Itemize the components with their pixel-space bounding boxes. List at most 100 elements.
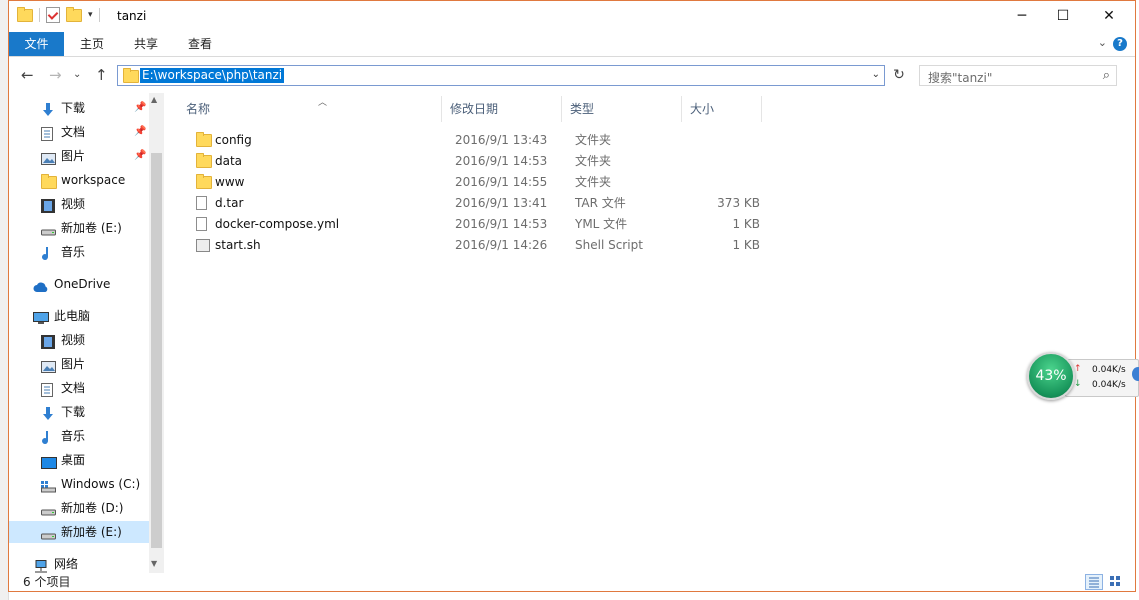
- nav-item-music[interactable]: 音乐: [9, 241, 149, 263]
- forward-button[interactable]: →: [49, 66, 62, 84]
- file-size: 1 KB: [732, 238, 760, 252]
- drive-icon: [41, 502, 56, 516]
- file-type: 文件夹: [575, 175, 612, 189]
- window-title: tanzi: [117, 9, 147, 23]
- picture-icon: [41, 358, 56, 373]
- scrollbar-thumb[interactable]: [151, 153, 162, 548]
- back-button[interactable]: ←: [21, 66, 34, 84]
- nav-item-workspace[interactable]: workspace: [9, 169, 149, 191]
- refresh-button[interactable]: ↻: [889, 65, 909, 86]
- file-type: TAR 文件: [575, 196, 626, 210]
- file-row[interactable]: docker-compose.yml 2016/9/1 14:53 YML 文件…: [186, 214, 776, 235]
- nav-item-documents[interactable]: 文档 📌: [9, 121, 149, 143]
- file-modified: 2016/9/1 13:43: [455, 133, 548, 147]
- nav-item-drive-c[interactable]: Windows (C:): [9, 473, 149, 495]
- picture-icon: [41, 150, 56, 165]
- cloud-icon: [33, 278, 48, 292]
- help-icon[interactable]: ?: [1113, 37, 1127, 51]
- search-icon[interactable]: ⌕: [1103, 68, 1110, 83]
- column-header-type[interactable]: 类型: [562, 96, 682, 122]
- search-placeholder: 搜索"tanzi": [928, 71, 993, 85]
- file-row[interactable]: config 2016/9/1 13:43 文件夹: [186, 130, 776, 151]
- pin-icon: 📌: [134, 126, 147, 137]
- accelerate-icon[interactable]: [1132, 367, 1139, 381]
- maximize-button[interactable]: ☐: [1040, 1, 1086, 31]
- minimize-button[interactable]: ─: [999, 1, 1045, 31]
- nav-item-label: 网络: [54, 557, 79, 571]
- network-monitor-widget[interactable]: ↑ 0.04K/s ↓ 0.04K/s 43%: [1025, 350, 1139, 400]
- properties-icon[interactable]: [46, 7, 60, 23]
- sort-ascending-icon: ︿: [318, 98, 328, 108]
- folder-icon: [17, 6, 33, 22]
- nav-item-pc-pictures[interactable]: 图片: [9, 353, 149, 375]
- details-view-icon[interactable]: [1085, 574, 1103, 590]
- file-modified: 2016/9/1 14:26: [455, 238, 548, 252]
- folder-icon: [196, 132, 212, 147]
- nav-item-this-pc[interactable]: 此电脑: [9, 305, 149, 327]
- network-speed-panel: ↑ 0.04K/s ↓ 0.04K/s: [1065, 359, 1139, 397]
- nav-item-pc-videos[interactable]: 视频: [9, 329, 149, 351]
- tab-view[interactable]: 查看: [173, 32, 227, 56]
- nav-item-label: 文档: [61, 381, 86, 395]
- drive-icon: [41, 526, 56, 540]
- download-speed: 0.04K/s: [1092, 380, 1126, 390]
- tab-file[interactable]: 文件: [9, 32, 64, 56]
- nav-item-label: 此电脑: [54, 309, 91, 323]
- nav-item-label: 下载: [61, 405, 86, 419]
- column-header-name[interactable]: ︿ 名称: [178, 96, 442, 122]
- nav-item-pc-music[interactable]: 音乐: [9, 425, 149, 447]
- scroll-up-icon[interactable]: ▲: [151, 95, 157, 104]
- file-row[interactable]: start.sh 2016/9/1 14:26 Shell Script 1 K…: [186, 235, 776, 256]
- folder-icon: [41, 174, 57, 189]
- new-folder-icon[interactable]: [66, 6, 82, 22]
- nav-pane-scrollbar[interactable]: ▲ ▼: [149, 93, 164, 573]
- explorer-window: ▾ tanzi ─ ☐ ✕ 文件 主页 共享 查看 ⌄ ? ← → ⌄ ↑ E:…: [8, 0, 1136, 592]
- file-type: YML 文件: [575, 217, 628, 231]
- tab-home[interactable]: 主页: [65, 32, 119, 56]
- nav-item-drive-e[interactable]: 新加卷 (E:): [9, 217, 149, 239]
- file-row[interactable]: www 2016/9/1 14:55 文件夹: [186, 172, 776, 193]
- large-icons-view-icon[interactable]: [1107, 574, 1125, 590]
- customize-toolbar-icon[interactable]: ▾: [88, 10, 93, 20]
- navigation-bar: ← → ⌄ ↑ E:\workspace\php\tanzi ⌄ ↻ 搜索"ta…: [9, 57, 1135, 93]
- search-input[interactable]: 搜索"tanzi" ⌕: [919, 65, 1117, 86]
- address-history-icon[interactable]: ⌄: [872, 69, 880, 80]
- nav-item-pc-downloads[interactable]: 下载: [9, 401, 149, 423]
- up-button[interactable]: ↑: [95, 66, 108, 84]
- drive-icon: [41, 222, 56, 236]
- nav-item-drive-d[interactable]: 新加卷 (D:): [9, 497, 149, 519]
- close-button[interactable]: ✕: [1086, 1, 1132, 31]
- quick-access-toolbar: ▾: [17, 6, 100, 23]
- file-name: config: [215, 133, 252, 147]
- address-bar[interactable]: E:\workspace\php\tanzi ⌄: [117, 65, 885, 86]
- memory-usage-ball[interactable]: 43%: [1027, 352, 1075, 400]
- pin-icon: 📌: [134, 102, 147, 113]
- file-row[interactable]: data 2016/9/1 14:53 文件夹: [186, 151, 776, 172]
- nav-item-pictures[interactable]: 图片 📌: [9, 145, 149, 167]
- computer-icon: [33, 310, 49, 324]
- file-type: 文件夹: [575, 154, 612, 168]
- recent-locations-button[interactable]: ⌄: [73, 69, 81, 80]
- music-icon: [41, 246, 55, 261]
- tab-share[interactable]: 共享: [119, 32, 173, 56]
- file-row[interactable]: d.tar 2016/9/1 13:41 TAR 文件 373 KB: [186, 193, 776, 214]
- nav-item-label: 文档: [61, 125, 86, 139]
- file-modified: 2016/9/1 14:55: [455, 175, 548, 189]
- nav-item-pc-documents[interactable]: 文档: [9, 377, 149, 399]
- nav-item-onedrive[interactable]: OneDrive: [9, 273, 149, 295]
- nav-item-pc-drive-e[interactable]: 新加卷 (E:): [9, 521, 149, 543]
- nav-item-network[interactable]: 网络: [9, 553, 149, 573]
- nav-item-desktop[interactable]: 桌面: [9, 449, 149, 471]
- file-modified: 2016/9/1 14:53: [455, 154, 548, 168]
- upload-speed: 0.04K/s: [1092, 365, 1126, 375]
- scroll-down-icon[interactable]: ▼: [151, 559, 157, 568]
- address-path[interactable]: E:\workspace\php\tanzi: [140, 68, 285, 83]
- column-header-size[interactable]: 大小: [682, 96, 762, 122]
- nav-item-downloads[interactable]: 下载 📌: [9, 97, 149, 119]
- windows-drive-icon: [41, 478, 56, 493]
- ribbon-expand-icon[interactable]: ⌄: [1098, 36, 1107, 49]
- status-bar: 6 个项目: [9, 573, 1135, 592]
- nav-item-videos[interactable]: 视频: [9, 193, 149, 215]
- folder-icon: [123, 68, 139, 83]
- column-header-modified[interactable]: 修改日期: [442, 96, 562, 122]
